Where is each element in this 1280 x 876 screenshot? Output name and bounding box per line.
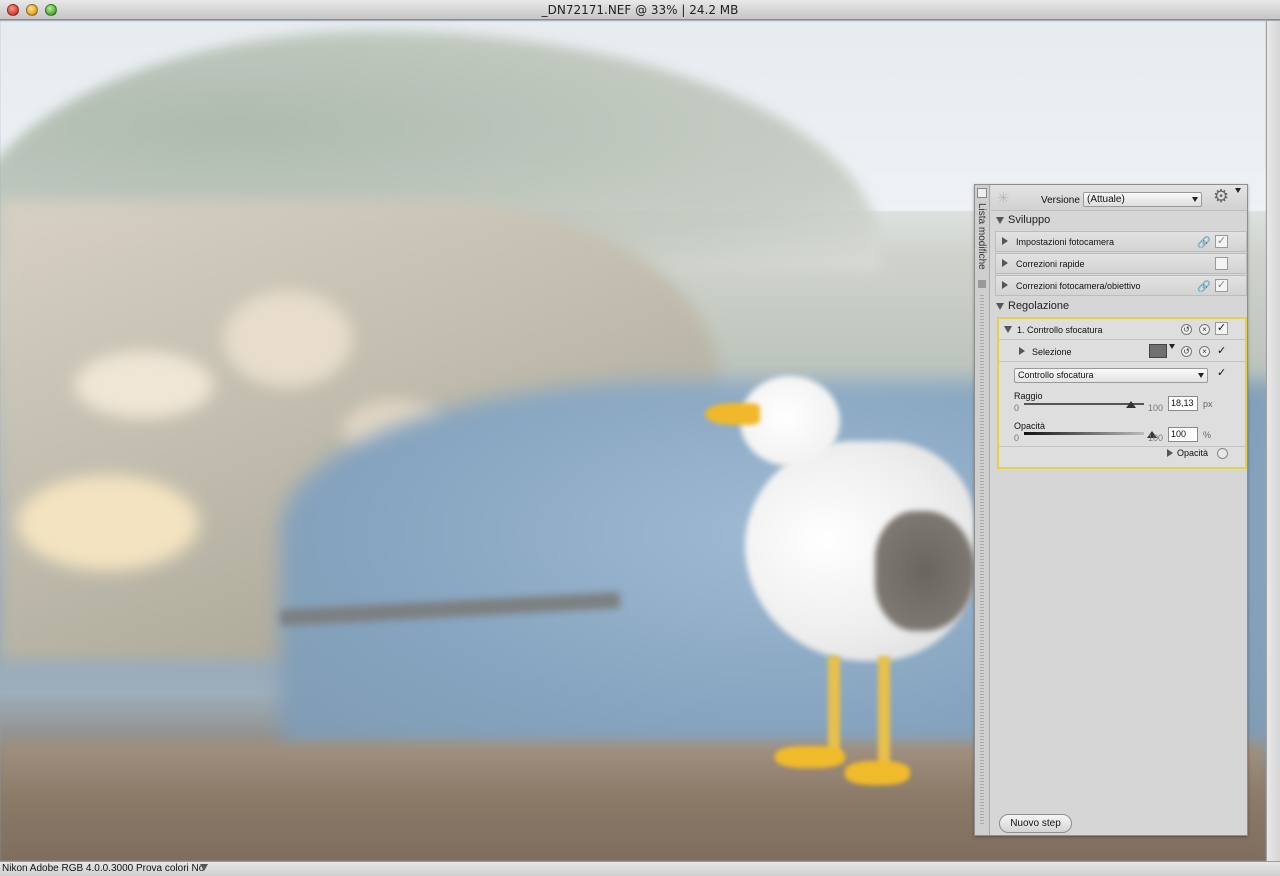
row-lens-corrections[interactable]: Correzioni fotocamera/obiettivo 🔗 ✓: [995, 275, 1247, 296]
enable-checkbox[interactable]: ✓: [1215, 235, 1228, 248]
photo-gull-wing: [875, 511, 975, 631]
selection-mask-swatch[interactable]: [1149, 344, 1167, 358]
photo-gull-foot: [775, 746, 845, 768]
delete-icon[interactable]: ×: [1199, 346, 1210, 357]
step-header[interactable]: 1. Controllo sfocatura ↺ × ✓: [999, 319, 1245, 340]
side-tab-label: Lista modifiche: [976, 203, 987, 270]
disclosure-closed-icon[interactable]: [1019, 347, 1025, 355]
radius-slider-thumb[interactable]: [1126, 401, 1136, 408]
photo-gull-leg: [878, 656, 890, 766]
version-select-value: (Attuale): [1087, 194, 1125, 205]
disclosure-closed-icon[interactable]: [1002, 259, 1008, 267]
chevron-down-icon: [1192, 197, 1198, 202]
spark-icon: ✳: [997, 190, 1010, 207]
filter-check-icon[interactable]: ✓: [1217, 366, 1226, 379]
version-bar: ✳ Versione (Attuale) ⚙: [991, 185, 1247, 211]
opacity-unit: %: [1203, 430, 1212, 440]
window-titlebar: _DN72171.NEF @ 33% | 24.2 MB: [0, 0, 1280, 20]
disclosure-closed-icon[interactable]: [1167, 449, 1173, 457]
status-menu-arrow-icon[interactable]: [200, 864, 208, 871]
photo-gull-beak: [705, 403, 760, 425]
opacity-toggle-label: Opacità: [1177, 448, 1209, 458]
selection-check-icon[interactable]: ✓: [1217, 344, 1226, 357]
filter-select-value: Controllo sfocatura: [1018, 370, 1094, 380]
enable-checkbox[interactable]: [1215, 257, 1228, 270]
radius-max: 100: [1148, 403, 1164, 413]
row-label: Correzioni fotocamera/obiettivo: [1016, 281, 1141, 291]
selection-row[interactable]: Selezione ↺ × ✓: [999, 341, 1245, 362]
disclosure-open-icon: [996, 217, 1004, 224]
version-select[interactable]: (Attuale): [1083, 192, 1202, 207]
opacity-min: 0: [1014, 433, 1020, 443]
filter-select[interactable]: Controllo sfocatura: [1014, 368, 1208, 383]
link-icon: 🔗: [1197, 281, 1211, 293]
panel-side-tab: Lista modifiche: [975, 185, 990, 835]
divider: [999, 446, 1245, 447]
adjust-step-box: 1. Controllo sfocatura ↺ × ✓ Selezione ↺…: [997, 317, 1247, 469]
section-develop-label: Sviluppo: [1008, 214, 1051, 226]
opacity-slider-track[interactable]: [1024, 432, 1144, 435]
edit-list-panel: Lista modifiche ✳ Versione (Attuale) ⚙ S…: [974, 184, 1248, 836]
status-text: Nikon Adobe RGB 4.0.0.3000 Prova colori …: [2, 863, 205, 874]
photo-gull-leg: [828, 656, 840, 756]
status-bar: Nikon Adobe RGB 4.0.0.3000 Prova colori …: [0, 861, 1280, 876]
gear-menu-arrow-icon[interactable]: [1235, 188, 1241, 193]
chevron-down-icon: [1198, 373, 1204, 378]
disclosure-open-icon[interactable]: [1004, 326, 1012, 333]
vertical-scrollbar[interactable]: [1266, 21, 1280, 861]
disclosure-closed-icon[interactable]: [1002, 281, 1008, 289]
opacity-value-field[interactable]: 100: [1168, 427, 1198, 442]
reset-icon[interactable]: ↺: [1181, 324, 1192, 335]
panel-grip[interactable]: [980, 295, 984, 825]
step-enable-checkbox[interactable]: ✓: [1215, 322, 1228, 335]
link-icon: 🔗: [1197, 237, 1211, 249]
gear-icon[interactable]: ⚙: [1213, 186, 1229, 207]
disclosure-open-icon: [996, 303, 1004, 310]
opacity-radio[interactable]: [1217, 448, 1228, 459]
row-camera-settings[interactable]: Impostazioni fotocamera 🔗 ✓: [995, 231, 1247, 252]
panel-collapse-button[interactable]: [977, 188, 987, 198]
version-label: Versione: [1041, 195, 1080, 206]
window-title: _DN72171.NEF @ 33% | 24.2 MB: [541, 3, 739, 17]
reset-icon[interactable]: ↺: [1181, 346, 1192, 357]
selection-label: Selezione: [1032, 347, 1072, 357]
row-label: Correzioni rapide: [1016, 259, 1085, 269]
radius-unit: px: [1203, 399, 1213, 409]
pin-icon[interactable]: [978, 280, 986, 288]
section-adjust-label: Regolazione: [1008, 300, 1070, 312]
opacity-max: 100: [1148, 433, 1164, 443]
section-adjust[interactable]: Regolazione: [991, 299, 1247, 315]
chevron-down-icon[interactable]: [1169, 344, 1175, 349]
enable-checkbox[interactable]: ✓: [1215, 279, 1228, 292]
section-develop[interactable]: Sviluppo: [991, 213, 1247, 229]
radius-label: Raggio: [1014, 391, 1043, 401]
opacity-label: Opacità: [1014, 421, 1046, 431]
photo-gull-foot: [845, 761, 910, 785]
row-label: Impostazioni fotocamera: [1016, 237, 1115, 247]
disclosure-closed-icon[interactable]: [1002, 237, 1008, 245]
radius-min: 0: [1014, 403, 1020, 413]
delete-icon[interactable]: ×: [1199, 324, 1210, 335]
step-title: 1. Controllo sfocatura: [1017, 325, 1103, 335]
new-step-button[interactable]: Nuovo step: [999, 814, 1072, 833]
radius-value-field[interactable]: 18,13: [1168, 396, 1198, 411]
row-quick-fix[interactable]: Correzioni rapide: [995, 253, 1247, 274]
